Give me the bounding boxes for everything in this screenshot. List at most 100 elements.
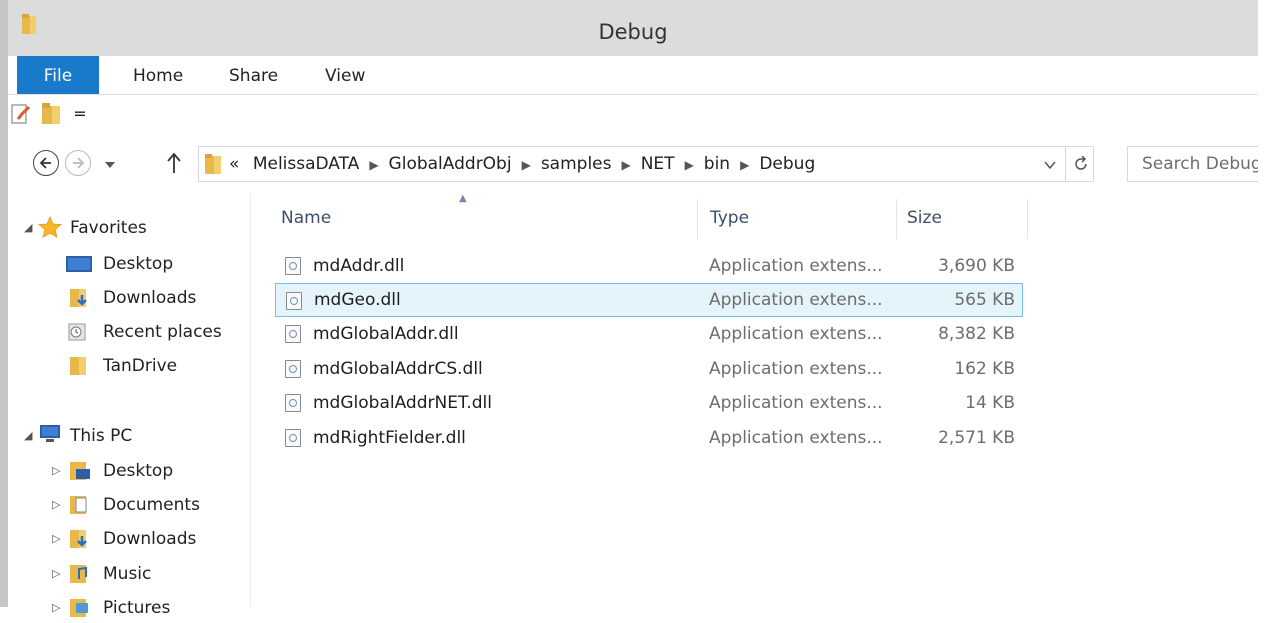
file-name: mdGeo.dll	[314, 290, 401, 310]
file-list: ▲ Name Type Size mdAddr.dll Application …	[251, 193, 1258, 607]
file-type: Application extens...	[709, 359, 883, 379]
breadcrumb-separator-icon[interactable]: ▶	[675, 158, 704, 172]
file-size: 2,571 KB	[938, 428, 1015, 448]
window-title: Debug	[598, 20, 668, 44]
collapse-icon[interactable]: ◢	[24, 213, 32, 243]
downloads-folder-icon	[70, 289, 87, 307]
column-divider[interactable]	[1027, 199, 1028, 239]
file-type: Application extens...	[709, 393, 883, 413]
nav-this-pc-label: This PC	[70, 426, 133, 446]
tab-home[interactable]: Home	[133, 56, 183, 94]
collapse-icon[interactable]: ◢	[24, 421, 32, 451]
dll-file-icon	[285, 394, 301, 412]
properties-icon[interactable]	[10, 103, 32, 125]
file-name: mdGlobalAddr.dll	[313, 324, 459, 344]
breadcrumb-item-samples[interactable]: samples	[541, 154, 612, 174]
file-name: mdRightFielder.dll	[313, 428, 466, 448]
back-button[interactable]	[33, 150, 59, 176]
nav-label: Documents	[103, 495, 200, 515]
breadcrumb-separator-icon[interactable]: ▶	[512, 158, 541, 172]
folder-icon	[70, 357, 86, 375]
table-row-selected[interactable]: mdGeo.dll Application extens... 565 KB	[275, 283, 1023, 317]
documents-folder-icon	[70, 496, 87, 514]
forward-arrow-icon	[73, 157, 85, 169]
column-divider[interactable]	[896, 199, 897, 239]
search-input[interactable]: Search Debug	[1127, 146, 1266, 182]
expand-icon[interactable]: ▷	[52, 559, 60, 589]
breadcrumb-item-globaladdrobj[interactable]: GlobalAddrObj	[389, 154, 512, 174]
file-size: 8,382 KB	[938, 324, 1015, 344]
sort-ascending-icon: ▲	[459, 193, 467, 204]
navigation-pane: ◢ Favorites Desktop Downloads Recent pla…	[8, 193, 251, 618]
file-name: mdGlobalAddrNET.dll	[313, 393, 492, 413]
table-row[interactable]: mdGlobalAddr.dll Application extens... 8…	[275, 317, 1023, 351]
file-size: 14 KB	[965, 393, 1015, 413]
computer-icon	[40, 425, 60, 442]
window-border-right	[1258, 0, 1266, 607]
nav-label: Recent places	[103, 322, 222, 342]
title-bar[interactable]: Debug	[8, 0, 1258, 56]
breadcrumb-item-bin[interactable]: bin	[704, 154, 730, 174]
downloads-folder-icon	[70, 530, 87, 548]
tab-file[interactable]: File	[17, 56, 99, 94]
desktop-icon	[66, 256, 92, 272]
table-row[interactable]: mdGlobalAddrCS.dll Application extens...…	[275, 352, 1023, 386]
table-row[interactable]: mdGlobalAddrNET.dll Application extens..…	[275, 386, 1023, 420]
nav-label: Music	[103, 564, 152, 584]
expand-icon[interactable]: ▷	[52, 490, 60, 520]
breadcrumb-separator-icon[interactable]: ▶	[359, 158, 388, 172]
breadcrumb-separator-icon[interactable]: ▶	[730, 158, 759, 172]
dll-file-icon	[285, 429, 301, 447]
tab-share[interactable]: Share	[229, 56, 278, 94]
quick-access-toolbar: =	[8, 95, 1258, 135]
ribbon-tabs: File Home Share View	[8, 56, 1258, 95]
nav-label: Desktop	[103, 461, 174, 481]
dll-file-icon	[285, 325, 301, 343]
forward-button[interactable]	[65, 150, 91, 176]
file-type: Application extens...	[709, 324, 883, 344]
column-header-type[interactable]: Type	[710, 205, 749, 231]
breadcrumb-separator-icon[interactable]: ▶	[611, 158, 640, 172]
file-type: Application extens...	[709, 428, 883, 448]
dll-file-icon	[286, 292, 302, 310]
nav-label: Downloads	[103, 288, 197, 308]
recent-places-icon	[68, 323, 86, 341]
table-row[interactable]: mdRightFielder.dll Application extens...…	[275, 421, 1023, 455]
file-size: 565 KB	[954, 290, 1015, 310]
up-arrow-icon[interactable]	[166, 152, 182, 174]
file-name: mdGlobalAddrCS.dll	[313, 359, 483, 379]
column-header-size[interactable]: Size	[907, 205, 942, 231]
breadcrumb-item-debug[interactable]: Debug	[759, 154, 815, 174]
expand-icon[interactable]: ▷	[52, 524, 60, 554]
breadcrumb-overflow[interactable]: «	[229, 154, 239, 174]
column-divider[interactable]	[697, 199, 698, 239]
expand-icon[interactable]: ▷	[52, 593, 60, 623]
folder-icon	[205, 154, 221, 174]
address-bar[interactable]: « MelissaDATA ▶ GlobalAddrObj ▶ samples ▶ NET ▶…	[198, 146, 1094, 182]
breadcrumb: « MelissaDATA ▶ GlobalAddrObj ▶ samples ▶ NET ▶…	[229, 147, 815, 181]
file-name: mdAddr.dll	[313, 256, 405, 276]
address-divider	[1065, 147, 1066, 181]
window-border-left	[0, 0, 8, 607]
address-row: « MelissaDATA ▶ GlobalAddrObj ▶ samples ▶ NET ▶…	[8, 136, 1266, 192]
back-arrow-icon	[39, 157, 51, 169]
refresh-icon[interactable]	[1073, 156, 1089, 172]
nav-label: TanDrive	[103, 356, 178, 376]
recent-locations-chevron-icon[interactable]	[104, 160, 116, 170]
breadcrumb-item-net[interactable]: NET	[641, 154, 675, 174]
nav-label: Pictures	[103, 598, 171, 618]
dll-file-icon	[285, 360, 301, 378]
nav-label: Downloads	[103, 529, 197, 549]
music-folder-icon	[70, 565, 87, 583]
tab-view[interactable]: View	[325, 56, 365, 94]
breadcrumb-item-melissadata[interactable]: MelissaDATA	[245, 154, 360, 174]
address-history-chevron-icon[interactable]	[1044, 160, 1056, 170]
new-folder-icon[interactable]	[42, 103, 62, 125]
column-header-name[interactable]: Name	[281, 205, 331, 231]
dll-file-icon	[285, 257, 301, 275]
desktop-folder-icon	[70, 462, 90, 480]
expand-icon[interactable]: ▷	[52, 456, 60, 486]
file-type: Application extens...	[709, 256, 883, 276]
table-row[interactable]: mdAddr.dll Application extens... 3,690 K…	[275, 249, 1023, 283]
customize-toolbar-dropdown[interactable]: =	[72, 103, 88, 125]
